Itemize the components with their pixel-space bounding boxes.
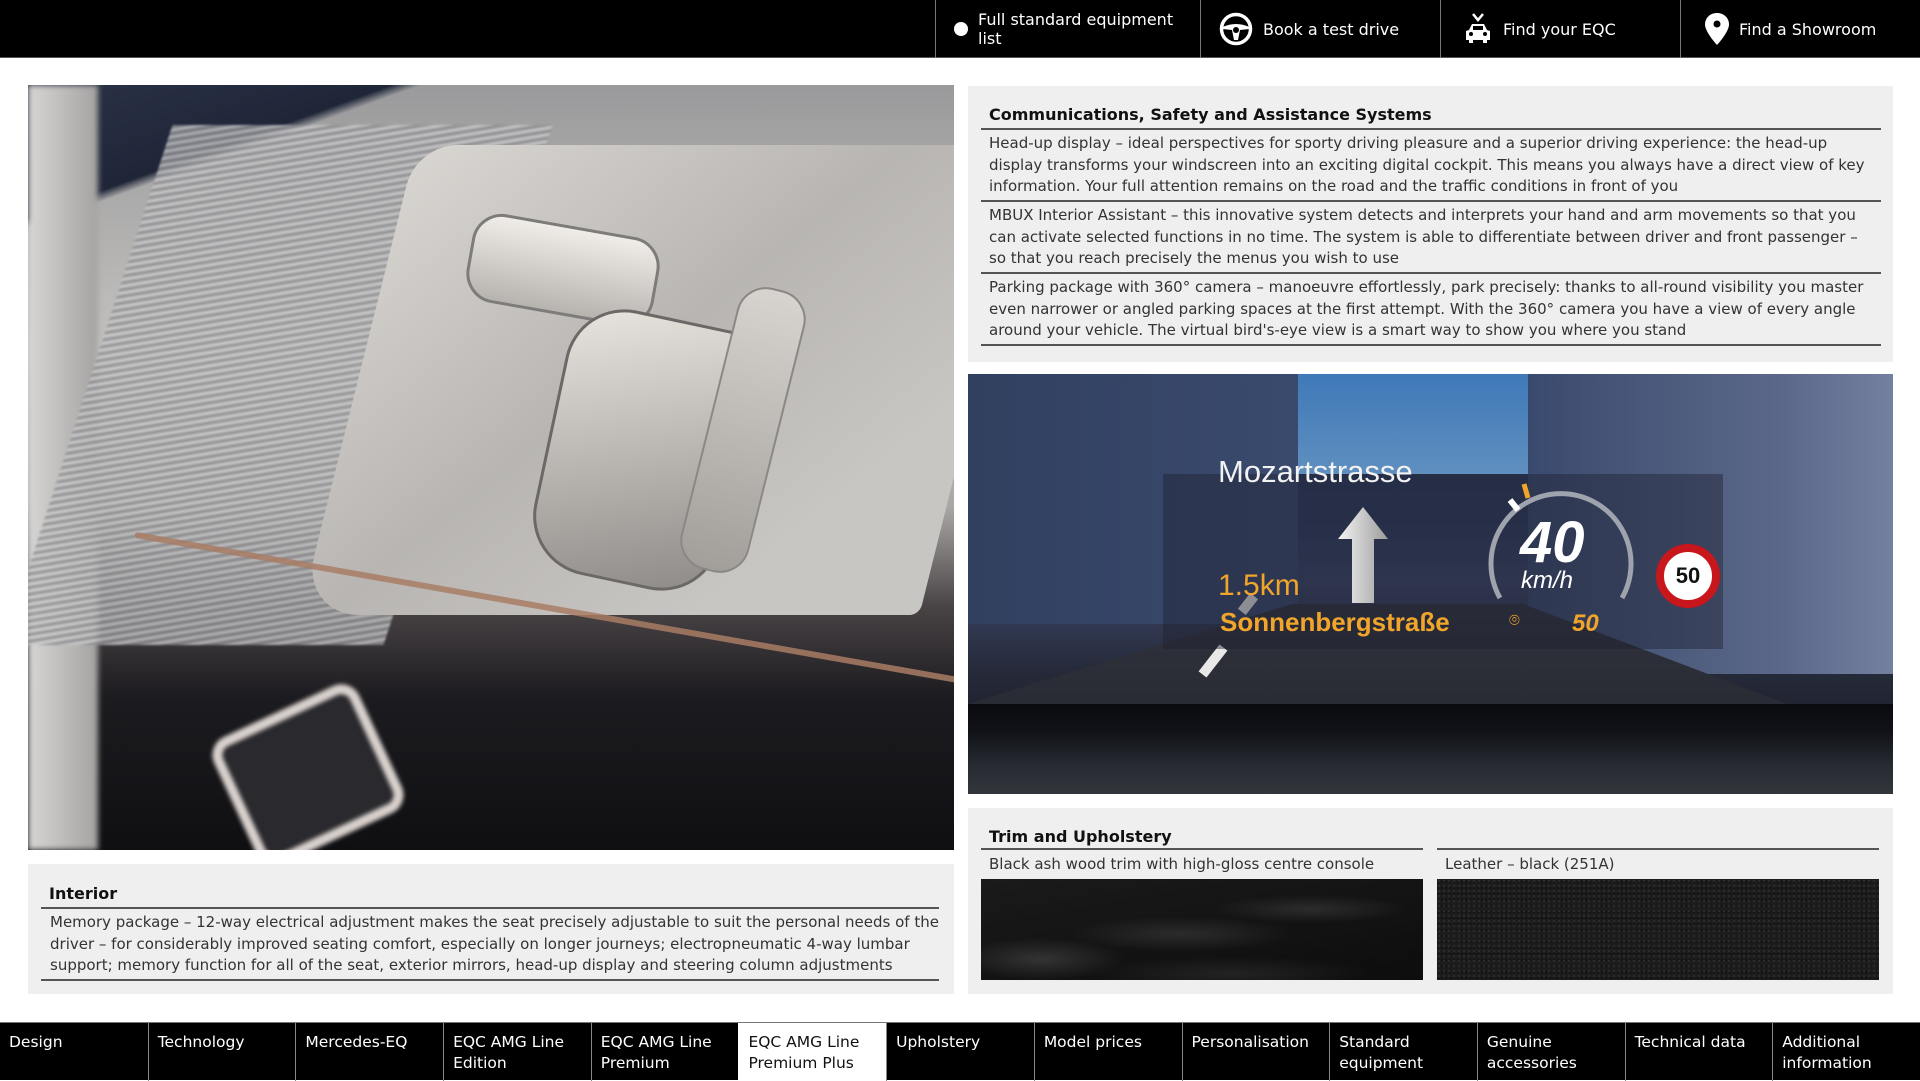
feature-item: MBUX Interior Assistant – this innovativ… [989, 206, 1858, 267]
full-equipment-list-label: Full standard equipment list [978, 10, 1174, 48]
hud-street-name: Mozartstrasse [1218, 454, 1413, 489]
hud-destination: Sonnenbergstraße [1220, 607, 1450, 637]
black-ash-wood-swatch [981, 879, 1423, 980]
bottom-nav: Design Technology Mercedes-EQ EQC AMG Li… [0, 1022, 1920, 1081]
hud-straight-arrow-icon [1338, 507, 1388, 603]
hud-speed-limit-sign: 50 [1656, 544, 1720, 608]
interior-section: Interior Memory package – 12-way electri… [28, 864, 954, 994]
divider [981, 344, 1881, 346]
car-locate-icon [1463, 12, 1493, 46]
photo-door-handle [205, 677, 411, 850]
nav-technical-data[interactable]: Technical data [1624, 1023, 1773, 1081]
nav-genuine-accessories[interactable]: Genuine accessories [1476, 1023, 1625, 1081]
find-your-eqc-label: Find your EQC [1503, 19, 1616, 39]
book-test-drive-link[interactable]: Book a test drive [1200, 0, 1440, 58]
divider [981, 848, 1423, 850]
nav-additional-information[interactable]: Additional information [1772, 1023, 1920, 1081]
find-your-eqc-link[interactable]: Find your EQC [1440, 0, 1680, 58]
upholstery-swatch-label: Leather – black (251A) [1445, 855, 1615, 873]
hud-sign-value: 50 [1675, 563, 1701, 588]
nav-eqc-amg-line-premium-plus[interactable]: EQC AMG Line Premium Plus [738, 1023, 887, 1081]
hud-distance: 1.5km [1218, 569, 1300, 602]
divider [981, 128, 1881, 130]
divider [1437, 848, 1879, 850]
divider [41, 907, 939, 909]
feature-item: Memory package – 12-way electrical adjus… [50, 913, 939, 974]
nav-personalisation[interactable]: Personalisation [1181, 1023, 1330, 1081]
trim-upholstery-section: Trim and Upholstery Black ash wood trim … [968, 808, 1893, 994]
hud-dashboard-edge [968, 704, 1893, 794]
communications-section: Communications, Safety and Assistance Sy… [968, 86, 1893, 362]
top-nav: Full standard equipment list Book a test… [935, 0, 1920, 58]
nav-standard-equipment[interactable]: Standard equipment [1329, 1023, 1477, 1081]
nav-model-prices[interactable]: Model prices [1033, 1023, 1182, 1081]
top-bar: Full standard equipment list Book a test… [0, 0, 1920, 58]
book-test-drive-label: Book a test drive [1263, 19, 1400, 39]
nav-eqc-amg-line-premium[interactable]: EQC AMG Line Premium [590, 1023, 739, 1081]
nav-upholstery[interactable]: Upholstery [886, 1023, 1034, 1081]
hud-speed-value: 40 [1520, 510, 1585, 575]
hud-limit-readout: 50 [1572, 610, 1599, 637]
map-pin-icon [1705, 13, 1729, 45]
divider [41, 979, 939, 981]
feature-item: Parking package with 360° camera – manoe… [989, 278, 1864, 339]
divider [981, 272, 1881, 274]
nav-mercedes-eq[interactable]: Mercedes-EQ [295, 1023, 443, 1081]
divider [981, 200, 1881, 202]
communications-title: Communications, Safety and Assistance Sy… [989, 105, 1432, 124]
full-equipment-list-link[interactable]: Full standard equipment list [935, 0, 1200, 58]
find-showroom-label: Find a Showroom [1739, 19, 1877, 39]
black-leather-swatch [1437, 879, 1879, 980]
nav-design[interactable]: Design [0, 1023, 148, 1081]
nav-technology[interactable]: Technology [147, 1023, 296, 1081]
find-showroom-link[interactable]: Find a Showroom [1680, 0, 1920, 58]
circle-icon [954, 22, 968, 36]
hud-speed-unit: km/h [1521, 567, 1574, 594]
trim-title: Trim and Upholstery [989, 827, 1172, 846]
steering-wheel-icon [1219, 12, 1253, 46]
trim-swatch-label: Black ash wood trim with high-gloss cent… [989, 855, 1375, 873]
hud-speed-limiter-icon: ⌾ [1509, 610, 1520, 631]
interior-seat-controls-photo [28, 85, 954, 850]
interior-title: Interior [49, 884, 118, 903]
feature-item: Head-up display – ideal perspectives for… [989, 134, 1865, 195]
nav-eqc-amg-line-edition[interactable]: EQC AMG Line Edition [443, 1023, 591, 1081]
head-up-display-photo: Mozartstrasse 1.5km Sonnenbergstraße 40 … [968, 374, 1893, 794]
